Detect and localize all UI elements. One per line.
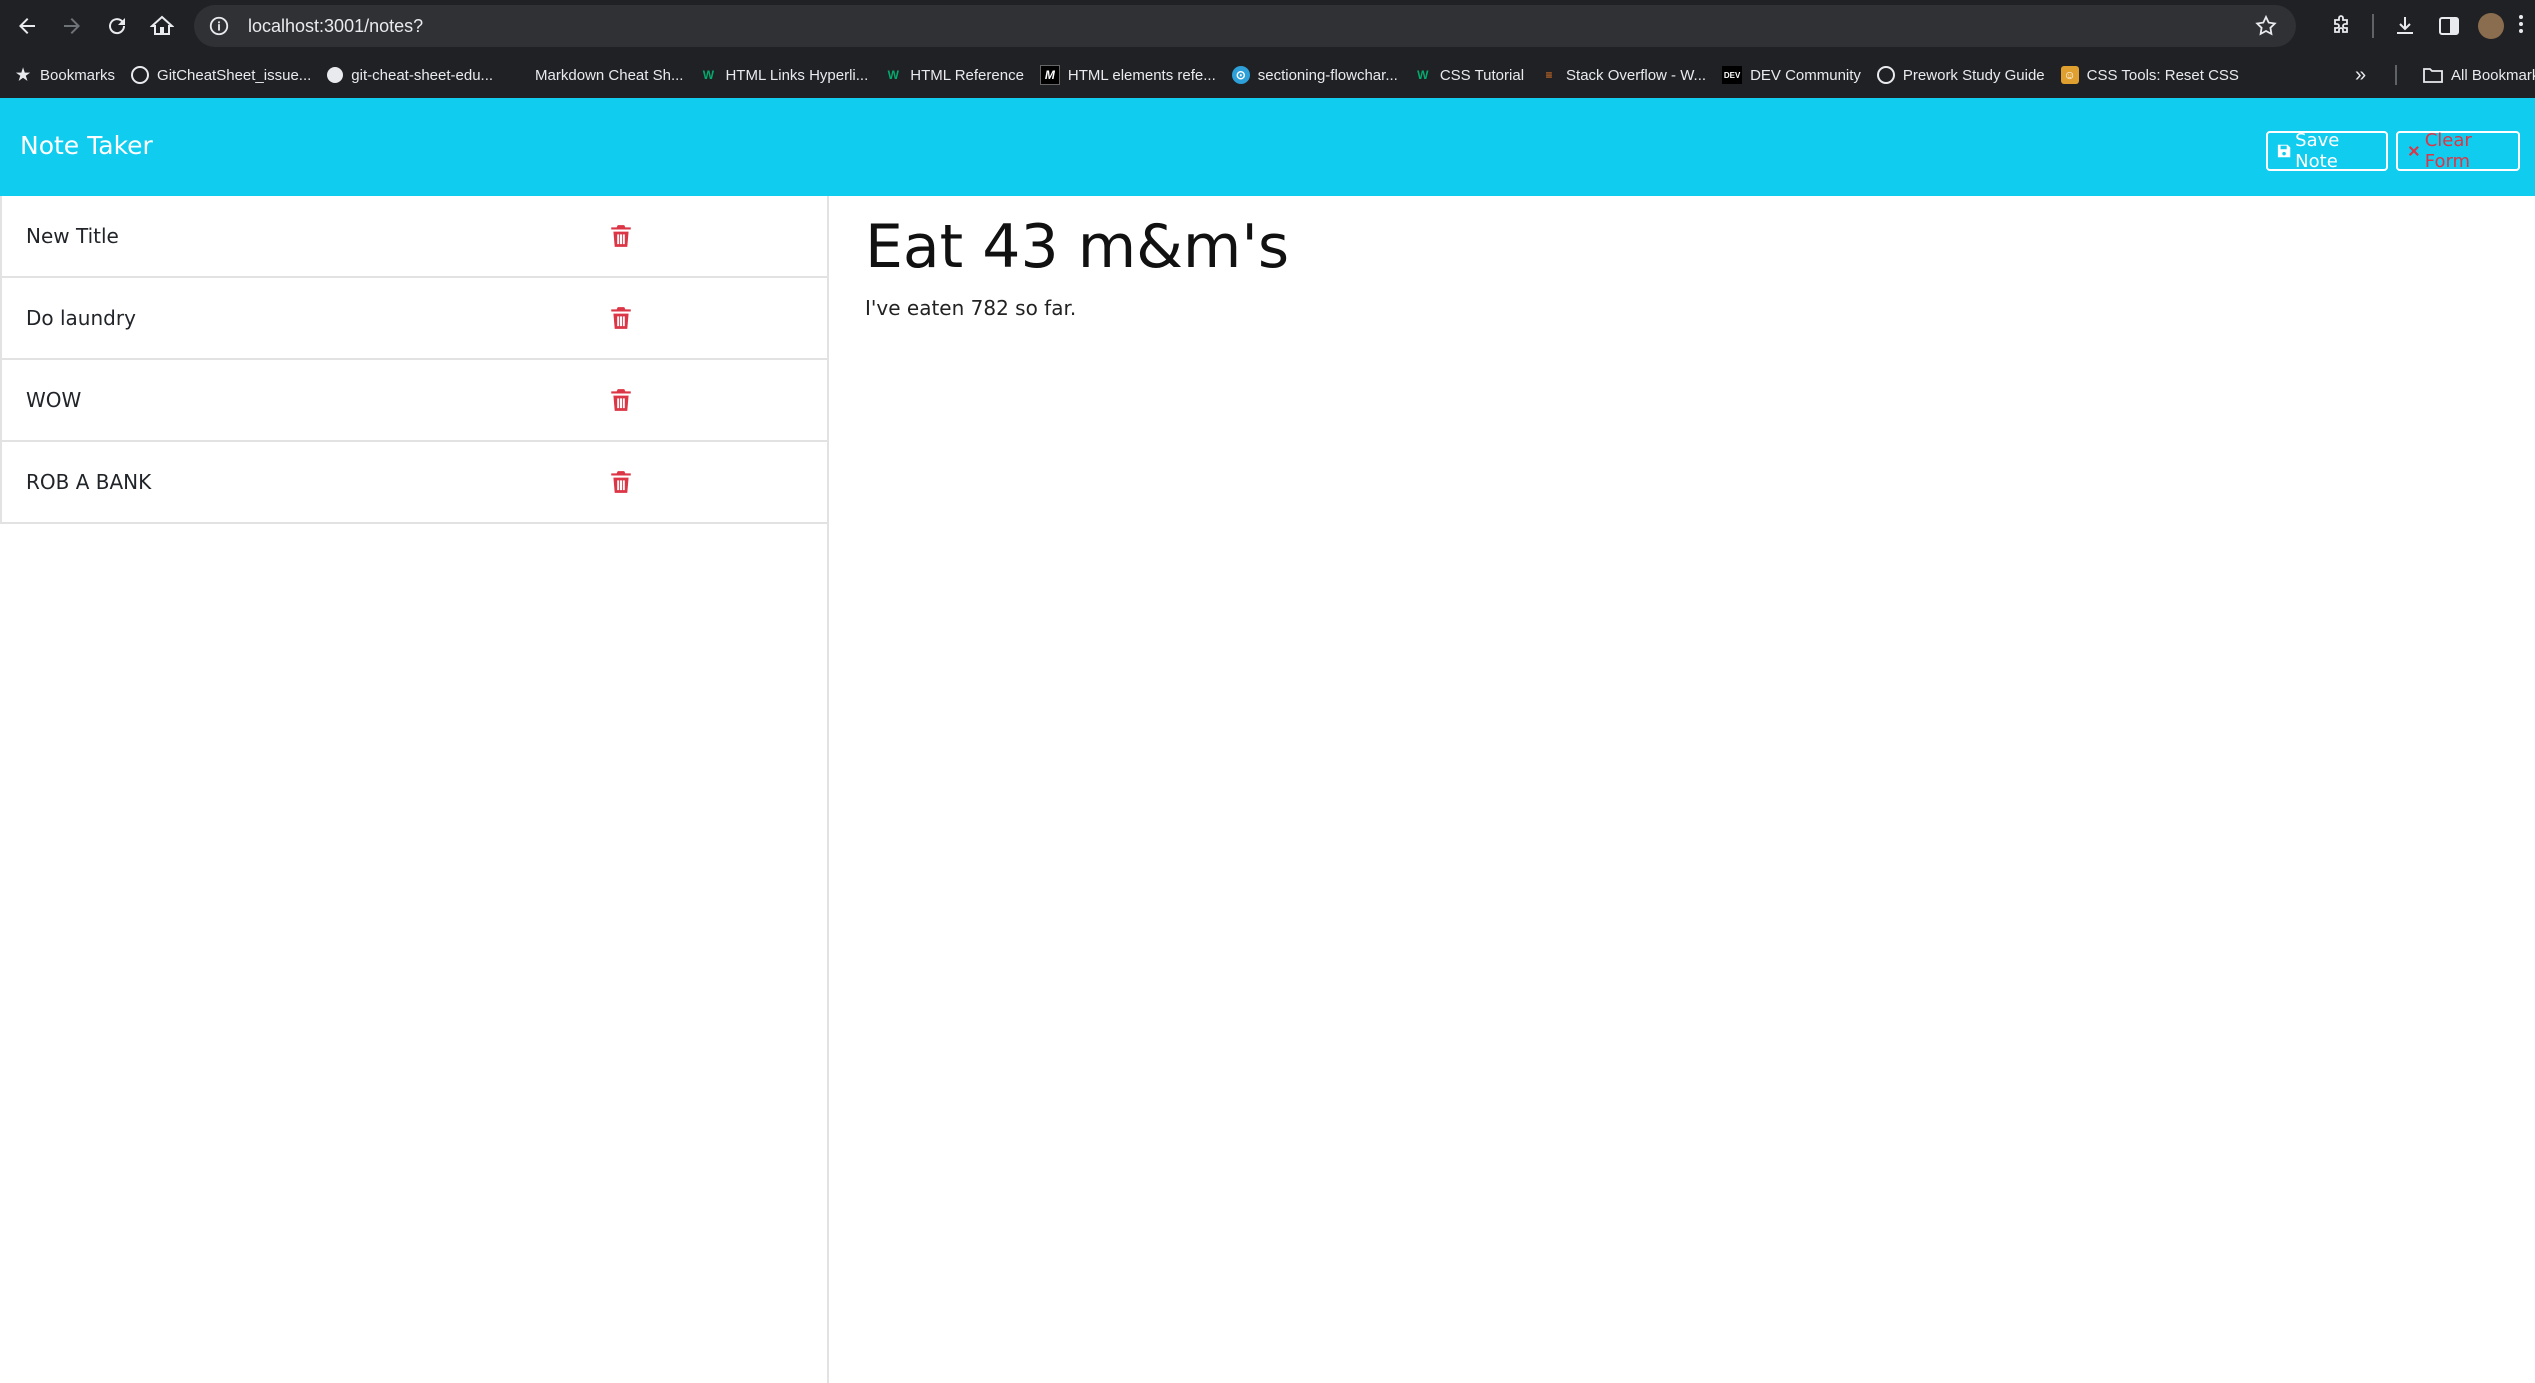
bookmark-item[interactable]: ≡ Stack Overflow - W... — [1532, 59, 1714, 91]
brand-title[interactable]: Note Taker — [20, 131, 153, 160]
toolbar-divider — [2372, 14, 2374, 38]
bookmark-label: HTML Links Hyperli... — [725, 66, 869, 84]
download-icon — [2397, 17, 2413, 34]
w3schools-icon: W — [1417, 68, 1429, 82]
note-title[interactable]: ROB A BANK — [26, 470, 151, 494]
downloads-button[interactable] — [2392, 13, 2418, 39]
puzzle-icon — [2334, 15, 2348, 33]
note-textarea[interactable]: I've eaten 782 so far. — [865, 296, 1076, 320]
bookmark-label: git-cheat-sheet-edu... — [351, 66, 494, 84]
bookmark-label: DEV Community — [1750, 66, 1861, 84]
trash-icon[interactable] — [608, 305, 634, 331]
close-icon — [2408, 145, 2419, 157]
list-item[interactable]: New Title — [2, 196, 827, 278]
meyerweb-icon: ☺ — [2060, 66, 2079, 84]
toolbar-actions — [2310, 0, 2524, 52]
blank-icon — [509, 66, 527, 84]
bookmark-label: HTML Reference — [910, 66, 1024, 84]
list-item[interactable]: ROB A BANK — [2, 442, 827, 524]
bookmark-label: CSS Tools: Reset CSS — [2086, 66, 2239, 84]
notes-list: New Title Do laundry WOW ROB A BANK — [0, 196, 827, 524]
bookmark-label: Stack Overflow - W... — [1566, 66, 1707, 84]
stackoverflow-icon: ≡ — [1545, 68, 1553, 82]
bookmark-item[interactable]: Markdown Cheat Sh... — [501, 59, 691, 91]
save-note-label: Save Note — [2295, 130, 2340, 172]
kebab-menu-icon — [2519, 15, 2523, 33]
bookmark-label: Bookmarks — [40, 66, 116, 84]
extensions-button[interactable] — [2328, 13, 2354, 39]
star-icon: ★ — [15, 67, 31, 84]
clear-form-button[interactable]: Clear Form — [2396, 130, 2520, 172]
bookmark-item[interactable]: ⊙ sectioning-flowchar... — [1224, 59, 1406, 91]
drawio-icon: ⊙ — [1231, 66, 1250, 84]
reload-icon — [109, 18, 126, 35]
bookmarks-divider — [2395, 65, 2397, 85]
note-title-input[interactable]: Eat 43 m&m's — [865, 212, 1289, 282]
github-icon — [327, 67, 344, 83]
bookmark-item[interactable]: W HTML Reference — [876, 59, 1032, 91]
notes-list-pane: New Title Do laundry WOW ROB A BANK — [0, 196, 829, 1383]
note-editor: Eat 43 m&m's I've eaten 782 so far. — [829, 196, 2535, 1383]
bookmarks-bar: ★ Bookmarks GitCheatSheet_issue... git-c… — [0, 52, 2535, 98]
w3schools-icon: W — [702, 68, 715, 82]
w3schools-icon: W — [887, 68, 899, 82]
globe-icon — [131, 66, 150, 84]
note-title[interactable]: WOW — [26, 388, 81, 412]
url-text[interactable]: localhost:3001/notes? — [248, 16, 423, 37]
clear-form-label: Clear Form — [2424, 130, 2472, 172]
trash-icon[interactable] — [608, 387, 634, 413]
bookmark-label: Prework Study Guide — [1902, 66, 2045, 84]
bookmark-label: HTML elements refe... — [1067, 66, 1216, 84]
all-bookmarks-button[interactable]: All Bookmarks — [2415, 52, 2535, 98]
bookmark-label: Markdown Cheat Sh... — [535, 66, 684, 84]
trash-icon[interactable] — [608, 223, 634, 249]
folder-icon — [2423, 68, 2443, 83]
mdn-icon: M — [1039, 65, 1060, 85]
arrow-left-icon — [19, 18, 35, 34]
profile-avatar[interactable] — [2478, 13, 2504, 39]
dev-icon: DEV — [1722, 66, 1743, 84]
bookmark-item[interactable]: git-cheat-sheet-edu... — [319, 59, 501, 91]
site-info-icon[interactable] — [208, 15, 230, 37]
bookmark-item[interactable]: W CSS Tutorial — [1406, 59, 1532, 91]
note-title[interactable]: New Title — [26, 224, 119, 248]
bookmark-item[interactable]: ☺ CSS Tools: Reset CSS — [2053, 59, 2247, 91]
bookmark-item[interactable]: M HTML elements refe... — [1032, 59, 1224, 91]
address-bar[interactable]: localhost:3001/notes? — [194, 5, 2296, 47]
reload-button[interactable] — [99, 8, 135, 44]
home-button[interactable] — [144, 8, 180, 44]
bookmark-label: CSS Tutorial — [1439, 66, 1525, 84]
bookmark-star-icon[interactable] — [2254, 14, 2278, 38]
bookmark-item[interactable]: W HTML Links Hyperli... — [691, 59, 876, 91]
bookmark-label: All Bookmarks — [2451, 66, 2535, 84]
list-item[interactable]: Do laundry — [2, 278, 827, 360]
app-navbar: Note Taker Save Note Clear Form — [0, 98, 2535, 196]
trash-icon[interactable] — [608, 469, 634, 495]
globe-icon — [1876, 66, 1895, 84]
list-item[interactable]: WOW — [2, 360, 827, 442]
bookmark-item[interactable]: GitCheatSheet_issue... — [123, 59, 319, 91]
bookmark-label: GitCheatSheet_issue... — [157, 66, 312, 84]
more-bookmarks-button[interactable]: » — [2355, 52, 2366, 98]
menu-button[interactable] — [2518, 12, 2524, 40]
bookmark-item[interactable]: Prework Study Guide — [1869, 59, 2053, 91]
side-panel-icon — [2439, 17, 2459, 35]
note-title[interactable]: Do laundry — [26, 306, 136, 330]
save-note-button[interactable]: Save Note — [2266, 130, 2388, 172]
arrow-right-icon — [64, 18, 80, 34]
side-panel-button[interactable] — [2436, 13, 2462, 39]
bookmark-item[interactable]: ★ Bookmarks — [6, 59, 123, 91]
save-icon — [2277, 144, 2291, 158]
bookmark-item[interactable]: DEV DEV Community — [1714, 59, 1869, 91]
forward-button[interactable] — [54, 8, 90, 44]
bookmark-label: sectioning-flowchar... — [1257, 66, 1398, 84]
chevron-double-right-icon: » — [2355, 63, 2367, 86]
back-button[interactable] — [9, 8, 45, 44]
browser-toolbar: localhost:3001/notes? — [0, 0, 2535, 52]
home-icon — [150, 15, 174, 35]
